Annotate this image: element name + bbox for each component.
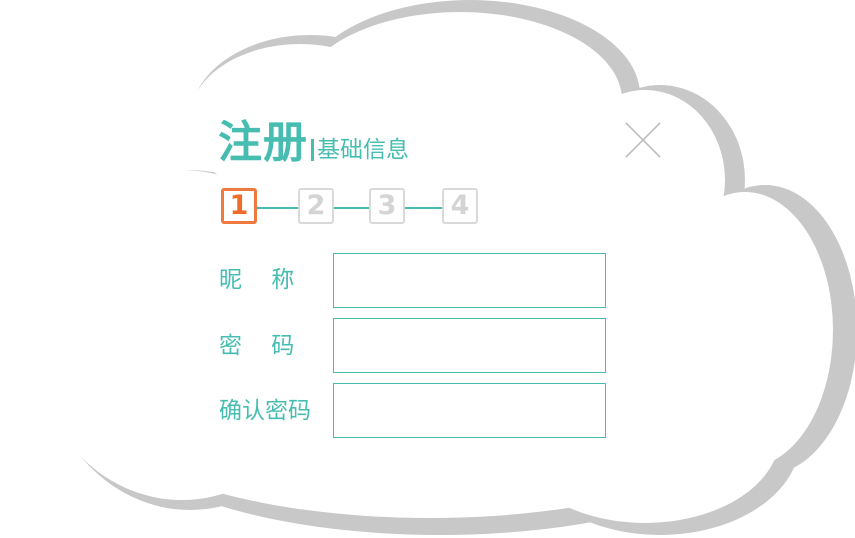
step-connector	[257, 207, 299, 209]
close-button[interactable]	[622, 120, 664, 162]
password-input[interactable]	[333, 318, 606, 373]
step-4-box: 4	[442, 188, 478, 224]
step-connector	[405, 207, 443, 209]
title-separator	[311, 139, 314, 161]
step-1-box: 1	[221, 188, 257, 224]
step-connector	[334, 207, 370, 209]
close-icon	[625, 122, 661, 158]
page-title: 注册	[218, 117, 308, 168]
page-subtitle: 基础信息	[317, 137, 409, 163]
confirm-password-input[interactable]	[333, 383, 606, 438]
nickname-label: 昵 称	[219, 267, 295, 293]
confirm-password-label: 确认密码	[219, 398, 311, 424]
step-2-box: 2	[298, 188, 334, 224]
register-dialog: 注册 基础信息 1 2 3 4 昵 称 密 码 确认密码	[0, 0, 855, 538]
password-label: 密 码	[219, 333, 295, 359]
step-3-box: 3	[369, 188, 405, 224]
nickname-input[interactable]	[333, 253, 606, 308]
dialog-header: 注册 基础信息	[218, 108, 409, 168]
